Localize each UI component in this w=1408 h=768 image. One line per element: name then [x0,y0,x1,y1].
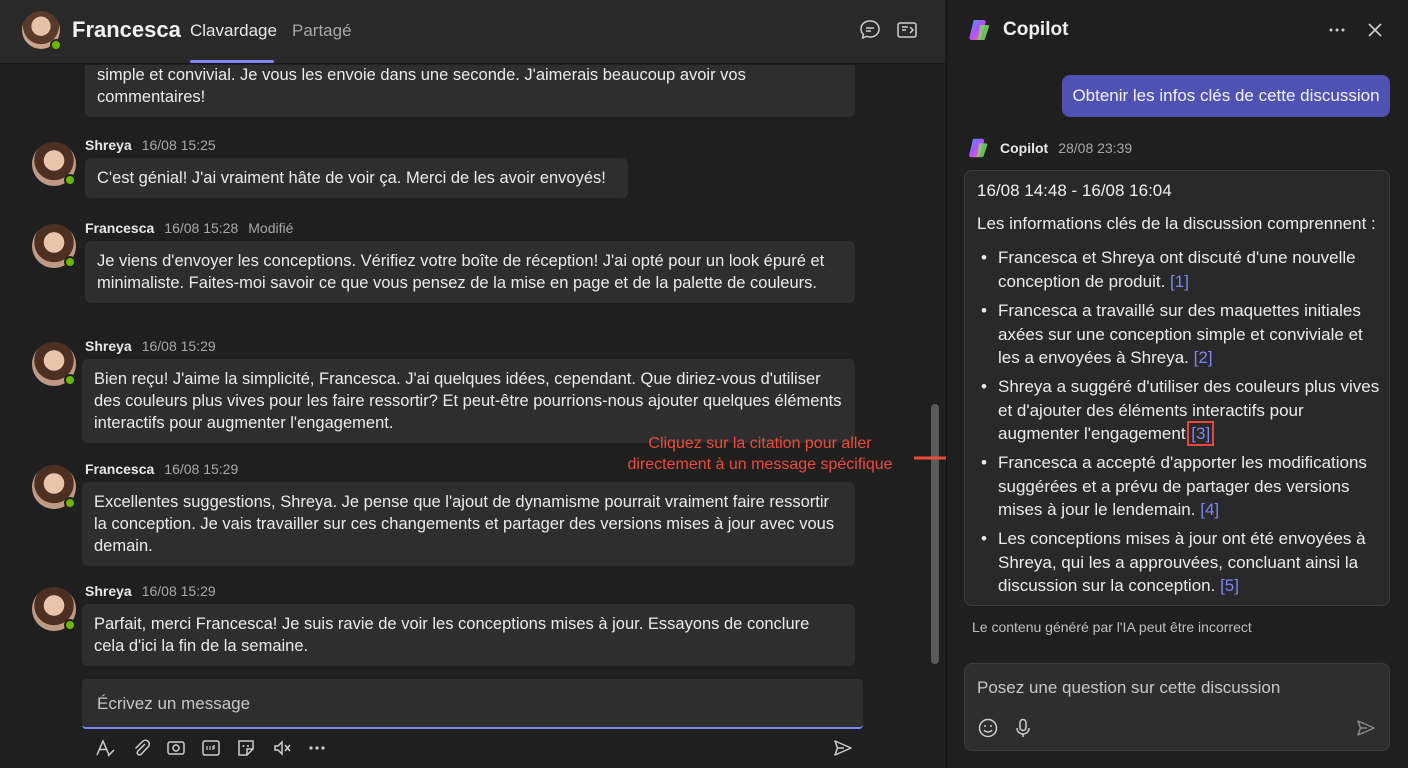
ai-disclaimer: Le contenu généré par l'IA peut être inc… [972,619,1252,635]
loop-component-icon[interactable] [165,737,187,759]
citation-link[interactable]: [5] [1220,576,1239,595]
summary-bullet: Shreya a suggéré d'utiliser des couleurs… [981,375,1383,446]
response-sender: Copilot [1000,140,1049,156]
citation-link[interactable]: [4] [1200,500,1219,519]
sender-name: Francesca [85,461,155,477]
presence-indicator [64,497,76,509]
summary-bullet: Les conceptions mises à jour ont été env… [981,527,1383,598]
sticker-icon[interactable] [235,737,257,759]
sender-name: Shreya [85,137,132,153]
copilot-logo-icon [969,20,990,40]
copilot-question-input[interactable]: Posez une question sur cette discussion [977,678,1280,698]
date-range: 16/08 14:48 - 16/08 16:04 [977,181,1172,200]
message-input[interactable]: Écrivez un message [97,694,250,714]
tab-clavardage[interactable]: Clavardage [190,21,277,41]
gif-icon[interactable] [200,737,222,759]
copilot-title: Copilot [1003,19,1069,40]
message-meta: Shreya 16/08 15:25 [85,137,216,153]
more-options-icon[interactable] [306,737,328,759]
chat-bubble-icon[interactable] [858,18,882,42]
response-intro: Les informations clés de la discussion c… [977,214,1376,233]
message-bubble[interactable]: Parfait, merci Francesca! Je suis ravie … [82,604,855,666]
presence-indicator [64,174,76,186]
message-bubble[interactable]: simple et convivial. Je vous les envoie … [85,65,855,117]
message-meta: Francesca 16/08 15:29 [85,461,238,477]
message-meta: Shreya 16/08 15:29 [85,583,216,599]
send-icon[interactable] [1355,717,1377,739]
avatar[interactable] [32,142,76,186]
message-meta: Francesca 16/08 15:28 Modifié [85,220,293,236]
annotation-callout: Cliquez sur la citation pour aller direc… [627,435,893,473]
bullet-text: Francesca a accepté d'apporter les modif… [998,453,1367,519]
summary-bullet: Francesca a travaillé sur des maquettes … [981,299,1383,370]
close-icon[interactable] [1364,19,1386,41]
chat-pane: Francesca Clavardage Partagé simple et c… [0,0,945,768]
copilot-logo-icon [969,138,988,158]
presence-indicator [64,374,76,386]
message-bubble[interactable]: Je viens d'envoyer les conceptions. Véri… [85,241,855,303]
active-tab-indicator [190,60,274,63]
timestamp: 16/08 15:29 [164,461,239,477]
presence-indicator [50,39,62,51]
audio-message-icon[interactable] [271,737,293,759]
scrollbar[interactable] [931,404,939,664]
timestamp: 16/08 15:28 [164,220,239,236]
sender-name: Francesca [85,220,155,236]
timestamp: 16/08 15:29 [141,583,216,599]
summary-bullet: Francesca et Shreya ont discuté d'une no… [981,246,1383,293]
presence-indicator [64,619,76,631]
timestamp: 16/08 15:25 [141,137,216,153]
citation-link[interactable]: [1] [1170,272,1189,291]
message-composer[interactable]: Écrivez un message [82,679,863,729]
message-list[interactable]: simple et convivial. Je vous les envoie … [0,65,930,677]
sender-name: Shreya [85,583,132,599]
citation-link-highlighted[interactable]: [3] [1187,421,1215,446]
presence-indicator [64,256,76,268]
microphone-icon[interactable] [1012,717,1034,739]
avatar[interactable] [22,11,62,51]
format-icon[interactable] [94,737,116,759]
more-options-icon[interactable] [1326,19,1348,41]
citation-link[interactable]: [2] [1194,348,1213,367]
copilot-panel-icon[interactable] [895,18,919,42]
summary-bullet: Francesca a accepté d'apporter les modif… [981,451,1383,522]
bullet-text: Les conceptions mises à jour ont été env… [998,529,1366,595]
bullet-text: Shreya a suggéré d'utiliser des couleurs… [998,377,1380,443]
chat-header: Francesca Clavardage Partagé [0,0,945,64]
bullet-text: Francesca a travaillé sur des maquettes … [998,301,1363,367]
avatar[interactable] [32,587,76,631]
user-prompt-bubble[interactable]: Obtenir les infos clés de cette discussi… [1062,75,1390,117]
message-bubble[interactable]: Bien reçu! J'aime la simplicité, Frances… [82,359,855,443]
response-meta: Copilot 28/08 23:39 [1000,140,1132,156]
timestamp: 28/08 23:39 [1058,140,1133,156]
tab-partage[interactable]: Partagé [292,21,352,41]
message-bubble[interactable]: C'est génial! J'ai vraiment hâte de voir… [85,158,628,198]
emoji-icon[interactable] [977,717,999,739]
avatar[interactable] [32,224,76,268]
contact-name: Francesca [72,17,181,42]
timestamp: 16/08 15:29 [141,338,216,354]
sender-name: Shreya [85,338,132,354]
attach-icon[interactable] [130,737,152,759]
message-bubble[interactable]: Excellentes suggestions, Shreya. Je pens… [82,482,855,566]
send-icon[interactable] [832,737,854,759]
edited-label: Modifié [248,220,294,236]
avatar[interactable] [32,465,76,509]
message-meta: Shreya 16/08 15:29 [85,338,216,354]
avatar[interactable] [32,342,76,386]
